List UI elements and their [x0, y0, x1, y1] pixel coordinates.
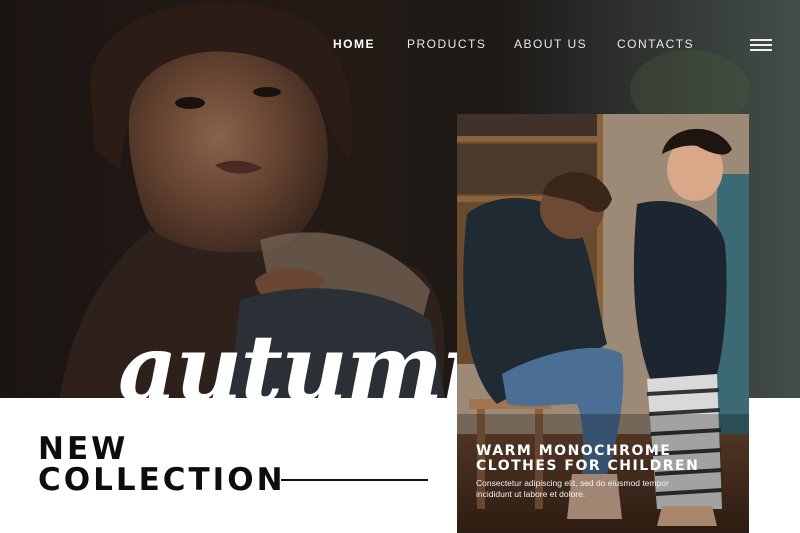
feature-card[interactable]: WARM MONOCHROME CLOTHES FOR CHILDREN Con… — [457, 114, 749, 533]
card-title: WARM MONOCHROME CLOTHES FOR CHILDREN — [476, 444, 699, 474]
card-title-line-1: WARM MONOCHROME — [476, 443, 672, 459]
headline-line-2: COLLECTION — [38, 462, 286, 498]
nav-contacts-link[interactable]: CONTACTS — [617, 37, 694, 51]
nav-products-link[interactable]: PRODUCTS — [407, 37, 486, 51]
card-title-line-2: CLOTHES FOR CHILDREN — [476, 458, 700, 474]
nav-about-us-link[interactable]: ABOUT US — [514, 37, 587, 51]
hamburger-menu-icon[interactable] — [750, 39, 772, 51]
nav-home-link[interactable]: HOME — [333, 37, 375, 51]
main-navigation: HOME PRODUCTS ABOUT US CONTACTS — [0, 37, 800, 53]
headline-divider-line — [281, 479, 428, 481]
headline-line-1: NEW — [38, 431, 129, 467]
collection-headline: NEW COLLECTION — [38, 434, 286, 496]
card-description: Consectetur adipiscing elit, sed do eius… — [476, 478, 669, 499]
hero-script-word: autumn — [118, 314, 457, 398]
